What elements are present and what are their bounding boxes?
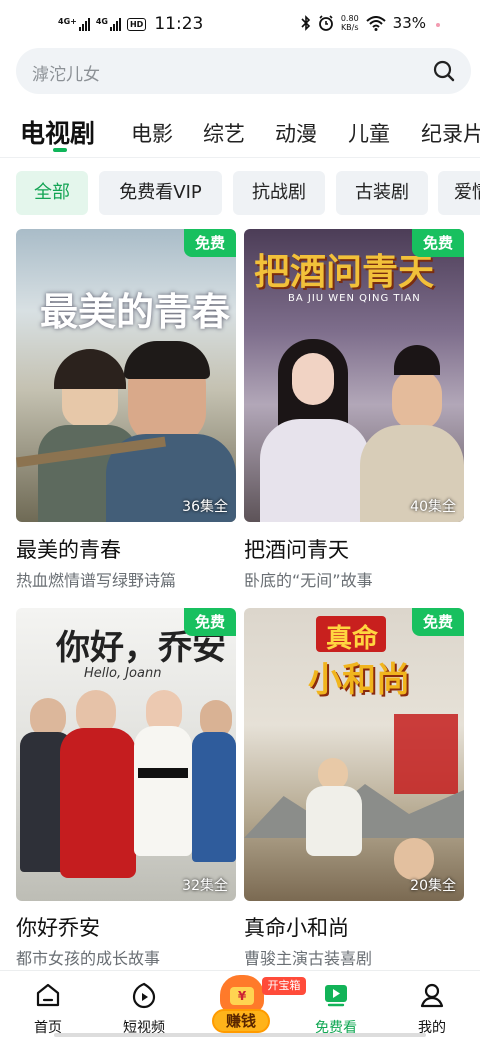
tab-anime[interactable]: 动漫 (275, 118, 317, 148)
poster-card[interactable]: 最美的青春 免费 36集全 (16, 229, 236, 522)
free-badge: 免费 (184, 229, 236, 257)
free-badge: 免费 (412, 608, 464, 636)
card-title[interactable]: 最美的青春 (16, 534, 121, 564)
notification-dot (436, 23, 440, 27)
chip-free-vip[interactable]: 免费看VIP (99, 171, 222, 215)
poster-art-title: 最美的青春 (40, 289, 231, 334)
card-subtitle: 都市女孩的成长故事 (16, 949, 161, 968)
hd-badge: HD (126, 17, 147, 31)
short-video-icon (132, 982, 156, 1009)
nav-home[interactable]: 首页 (8, 971, 88, 1040)
actor-hair (394, 345, 440, 375)
card-subtitle: 卧底的“无间”故事 (244, 571, 373, 590)
card-title[interactable]: 你好乔安 (16, 912, 100, 942)
poster-art-title: 真命 (326, 624, 379, 654)
episode-count: 36集全 (182, 499, 228, 515)
search-placeholder: 滹沱儿女 (32, 65, 100, 85)
category-tabs: 电视剧 电影 综艺 动漫 儿童 纪录片 (0, 106, 480, 158)
red-dress (60, 728, 136, 878)
chip-all[interactable]: 全部 (16, 171, 88, 215)
episode-count: 32集全 (182, 878, 228, 894)
search-icon[interactable] (433, 60, 455, 82)
battery-level: 33% (392, 14, 426, 32)
poster-art-title: 把酒问青天 (254, 251, 435, 293)
poster-card[interactable]: 真命 小和尚 免费 20集全 (244, 608, 464, 901)
chip-romance[interactable]: 爱情 (438, 171, 480, 215)
tab-tv-series[interactable]: 电视剧 (20, 114, 95, 150)
home-icon (36, 983, 60, 1007)
earn-button[interactable]: 赚钱 (212, 1009, 270, 1033)
alarm-icon (318, 15, 333, 31)
tab-kids[interactable]: 儿童 (348, 118, 390, 148)
poster-english: Hello, Joann (84, 666, 162, 681)
chip-war-drama[interactable]: 抗战剧 (233, 171, 325, 215)
monk-robe (306, 786, 362, 856)
card-title[interactable]: 把酒问青天 (244, 534, 349, 564)
clock: 11:23 (154, 14, 204, 34)
signal-icon-2: 4G (96, 17, 121, 31)
poster-art-subtitle: 小和尚 (308, 660, 410, 700)
free-badge: 免费 (184, 608, 236, 636)
tab-variety[interactable]: 综艺 (203, 118, 245, 148)
yen-icon: ¥ (230, 987, 254, 1005)
card-title[interactable]: 真命小和尚 (244, 912, 349, 942)
chip-costume-drama[interactable]: 古装剧 (336, 171, 428, 215)
nav-mine[interactable]: 我的 (392, 971, 472, 1040)
episode-count: 40集全 (410, 499, 456, 515)
tab-documentary[interactable]: 纪录片 (421, 118, 480, 148)
status-bar: 4G+ 4G HD 11:23 0.80 KB/s 33% (0, 0, 480, 46)
blue-suit (192, 732, 236, 862)
actor-face (392, 369, 442, 431)
red-banner (394, 714, 458, 794)
card-subtitle: 曹骏主演古装喜剧 (244, 949, 373, 968)
signal-icon: 4G+ (58, 17, 90, 31)
free-watch-icon (325, 985, 347, 1007)
free-badge: 免费 (412, 229, 464, 257)
actor-hair (124, 341, 210, 379)
nav-free-watch[interactable]: 免费看 (296, 971, 376, 1040)
nav-short-video[interactable]: 短视频 (104, 971, 184, 1040)
poster-pinyin: BA JIU WEN QING TIAN (288, 293, 421, 304)
search-bar[interactable]: 滹沱儿女 (16, 48, 471, 94)
actress-face (292, 353, 334, 405)
poster-card[interactable]: 你好，乔安 Hello, Joann 免费 32集全 (16, 608, 236, 901)
tab-movie[interactable]: 电影 (131, 118, 173, 148)
active-tab-indicator (53, 148, 67, 152)
dress-belt (138, 768, 188, 778)
white-dress (134, 726, 192, 856)
card-subtitle: 热血燃情谱写绿野诗篇 (16, 571, 177, 590)
bottom-nav: 首页 短视频 ¥ 赚钱 开宝箱 免费看 我的 (0, 970, 480, 1040)
actress-robe (260, 419, 370, 522)
child-monk-head (394, 838, 434, 880)
gesture-bar[interactable] (54, 1033, 426, 1037)
user-icon (420, 983, 444, 1008)
net-speed: 0.80 KB/s (340, 14, 359, 32)
bluetooth-icon (301, 15, 310, 31)
wifi-icon (365, 15, 386, 31)
hair-shape (54, 349, 126, 389)
poster-card[interactable]: 把酒问青天 BA JIU WEN QING TIAN 免费 40集全 (244, 229, 464, 522)
episode-count: 20集全 (410, 878, 456, 894)
